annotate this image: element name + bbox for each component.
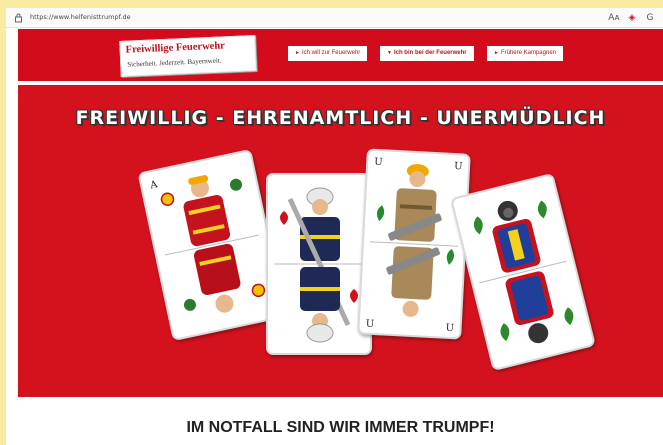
firefighter-card-chainsaw: U U U U (357, 148, 471, 340)
grid-icon[interactable]: G (644, 12, 656, 24)
shield-extension-icon[interactable]: ◈ (626, 12, 638, 24)
nav-label: Ich bin bei der Feuerwehr (393, 50, 467, 56)
svg-text:U: U (445, 323, 454, 334)
card-corner-letter: U (374, 157, 383, 168)
nav-label: Frühere Kampagnen (500, 50, 556, 56)
lock-icon (15, 13, 22, 23)
logo-subtitle: Sicherheit. Jederzeit. Bayernweit. (127, 56, 222, 69)
svg-text:U: U (454, 161, 463, 172)
screenshot-frame: https://www.helfenisttrumpf.de Aᴀ ◈ G Fr… (0, 0, 663, 445)
hero-banner: FREIWILLIG - EHRENAMTLICH - UNERMÜDLICH … (18, 85, 663, 397)
arrow-right-icon: ► (494, 50, 499, 56)
firefighter-card-helmet-hearts (266, 173, 372, 355)
firefighter-card-breathing (450, 172, 596, 372)
nav-label: Ich will zur Feuerwehr (301, 50, 361, 56)
nav-fruehere-kampagnen[interactable]: ► Frühere Kampagnen (487, 46, 563, 61)
address-bar[interactable]: https://www.helfenisttrumpf.de Aᴀ ◈ G (6, 8, 663, 28)
firefighter-card-red-suit: A (137, 148, 287, 342)
nav-ich-bin-bei-der-feuerwehr[interactable]: ▼ Ich bin bei der Feuerwehr (380, 46, 474, 61)
nav-ich-will-zur-feuerwehr[interactable]: ► Ich will zur Feuerwehr (288, 46, 368, 61)
card-corner-letter: A (148, 179, 159, 192)
arrow-down-icon: ▼ (387, 50, 392, 56)
tagline: IM NOTFALL SIND WIR IMMER TRUMPF! (186, 419, 495, 436)
url-text[interactable]: https://www.helfenisttrumpf.de (30, 13, 131, 21)
browser-window: https://www.helfenisttrumpf.de Aᴀ ◈ G Fr… (6, 8, 663, 445)
arrow-right-icon: ► (295, 50, 300, 56)
hero-headline: FREIWILLIG - EHRENAMTLICH - UNERMÜDLICH (75, 107, 606, 129)
logo-title: Freiwillige Feuerwehr (125, 40, 226, 56)
site-logo[interactable]: Freiwillige Feuerwehr Sicherheit. Jederz… (119, 35, 257, 77)
tagline-section: IM NOTFALL SIND WIR IMMER TRUMPF! (18, 397, 663, 445)
website: Freiwillige Feuerwehr Sicherheit. Jederz… (18, 29, 663, 445)
svg-text:U: U (365, 319, 374, 330)
translate-icon[interactable]: Aᴀ (608, 12, 620, 24)
site-header: Freiwillige Feuerwehr Sicherheit. Jederz… (18, 29, 663, 81)
